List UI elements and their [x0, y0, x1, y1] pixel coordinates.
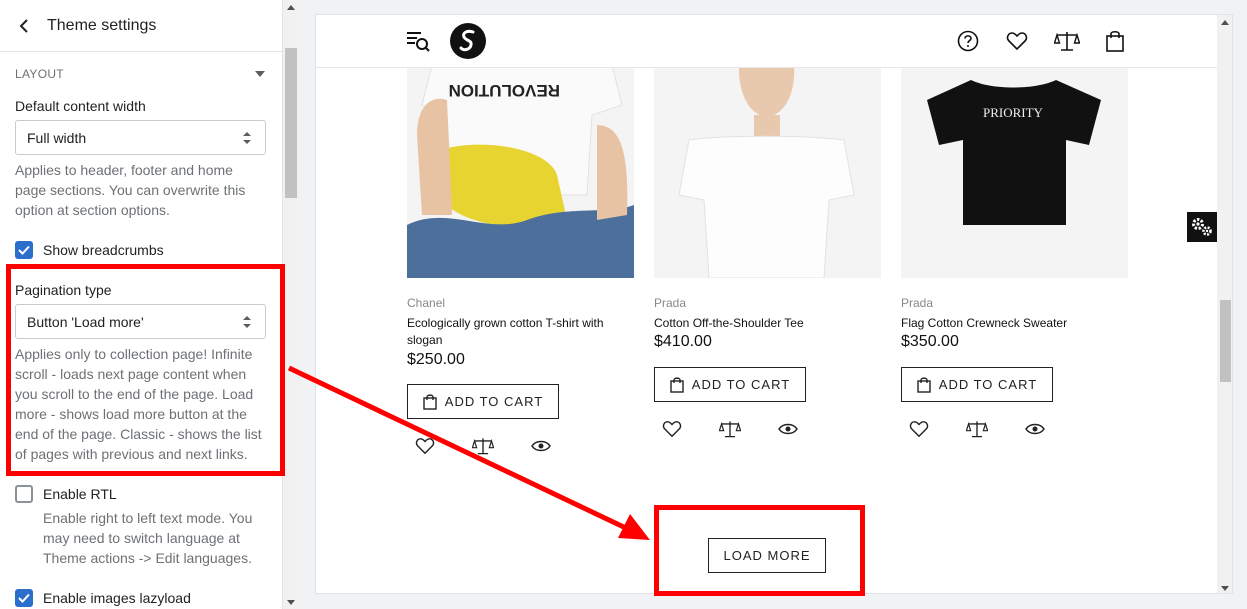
preview-scrollbar[interactable] [1217, 15, 1232, 593]
product-image[interactable]: REVOLUTION [407, 45, 634, 278]
rtl-label: Enable RTL [43, 486, 117, 502]
store-header [316, 15, 1217, 68]
bag-icon [917, 376, 931, 393]
add-to-cart-button[interactable]: ADD TO CART [407, 384, 559, 419]
product-name[interactable]: Flag Cotton Crewneck Sweater [901, 315, 1121, 332]
lazyload-checkbox-row[interactable]: Enable images lazyload [15, 589, 191, 607]
store-preview: REVOLUTION Chanel Ecologically grown cot… [315, 14, 1233, 594]
panel-scrollbar[interactable] [283, 0, 299, 609]
add-to-cart-label: ADD TO CART [444, 394, 544, 409]
product-price: $410.00 [654, 333, 712, 350]
lazyload-label: Enable images lazyload [43, 590, 191, 606]
theme-settings-gear-button[interactable] [1187, 212, 1217, 242]
product-actions [414, 435, 588, 457]
add-to-cart-label: ADD TO CART [938, 377, 1038, 392]
preview-scrollbar-thumb[interactable] [1220, 300, 1231, 382]
select-arrows-icon [243, 132, 251, 144]
select-arrows-icon [243, 316, 251, 328]
content-width-select[interactable]: Full width [15, 120, 266, 155]
quick-view-eye-icon[interactable] [777, 418, 799, 440]
pagination-label: Pagination type [15, 282, 112, 298]
settings-panel: Theme settings LAYOUT Default content wi… [0, 0, 283, 609]
wishlist-heart-icon[interactable] [414, 435, 436, 457]
pagination-value: Button 'Load more' [27, 313, 144, 330]
product-image-print: REVOLUTION [449, 81, 560, 100]
product-image[interactable] [654, 45, 881, 278]
rtl-checkbox-row[interactable]: Enable RTL [15, 485, 117, 503]
pagination-select[interactable]: Button 'Load more' [15, 304, 266, 339]
product-actions [661, 418, 835, 440]
content-width-value: Full width [27, 129, 87, 146]
content-width-label: Default content width [15, 98, 146, 114]
bag-icon [670, 376, 684, 393]
product-image[interactable]: PRIORITY [901, 45, 1128, 278]
wishlist-heart-icon[interactable] [1003, 27, 1031, 55]
panel-title: Theme settings [47, 16, 157, 34]
product-brand: Prada [654, 296, 687, 310]
product-name[interactable]: Cotton Off-the-Shoulder Tee [654, 315, 874, 332]
product-name[interactable]: Ecologically grown cotton T-shirt with s… [407, 315, 627, 349]
scroll-up-arrow-icon[interactable] [287, 5, 295, 10]
compare-scales-icon[interactable] [966, 418, 988, 440]
quick-view-eye-icon[interactable] [530, 435, 552, 457]
shopping-bag-icon[interactable] [1101, 27, 1129, 55]
add-to-cart-label: ADD TO CART [691, 377, 791, 392]
quick-view-eye-icon[interactable] [1024, 418, 1046, 440]
scroll-up-arrow-icon[interactable] [1221, 20, 1229, 25]
load-more-button[interactable]: LOAD MORE [708, 538, 826, 573]
breadcrumbs-checkbox-row[interactable]: Show breadcrumbs [15, 241, 164, 259]
content-width-help: Applies to header, footer and home page … [15, 162, 246, 218]
gears-icon [1192, 218, 1212, 236]
rtl-checkbox[interactable] [15, 485, 33, 503]
bag-icon [423, 393, 437, 410]
panel-header: Theme settings [0, 0, 282, 52]
add-to-cart-button[interactable]: ADD TO CART [901, 367, 1053, 402]
product-brand: Chanel [407, 296, 446, 310]
add-to-cart-button[interactable]: ADD TO CART [654, 367, 806, 402]
wishlist-heart-icon[interactable] [661, 418, 683, 440]
menu-search-icon[interactable] [404, 27, 432, 55]
back-arrow-icon[interactable] [14, 16, 34, 36]
rtl-help: Enable right to left text mode. You may … [43, 510, 253, 566]
breadcrumbs-label: Show breadcrumbs [43, 242, 164, 258]
lazyload-checkbox[interactable] [15, 589, 33, 607]
load-more-label: LOAD MORE [723, 548, 811, 563]
wishlist-heart-icon[interactable] [908, 418, 930, 440]
breadcrumbs-checkbox[interactable] [15, 241, 33, 259]
store-logo[interactable] [450, 23, 486, 59]
product-price: $250.00 [407, 351, 465, 368]
scroll-down-arrow-icon[interactable] [1221, 586, 1229, 591]
compare-scales-icon[interactable] [719, 418, 741, 440]
product-brand: Prada [901, 296, 934, 310]
compare-scales-icon[interactable] [1053, 27, 1081, 55]
pagination-help: Applies only to collection page! Infinit… [15, 346, 262, 462]
product-image-print: PRIORITY [983, 105, 1044, 120]
section-layout-header[interactable]: LAYOUT [15, 67, 267, 81]
section-title: LAYOUT [15, 67, 64, 81]
compare-scales-icon[interactable] [472, 435, 494, 457]
product-price: $350.00 [901, 333, 959, 350]
caret-down-icon[interactable] [255, 71, 265, 77]
scroll-down-arrow-icon[interactable] [287, 600, 295, 605]
product-actions [908, 418, 1082, 440]
panel-scrollbar-thumb[interactable] [285, 48, 297, 198]
help-icon[interactable] [954, 27, 982, 55]
